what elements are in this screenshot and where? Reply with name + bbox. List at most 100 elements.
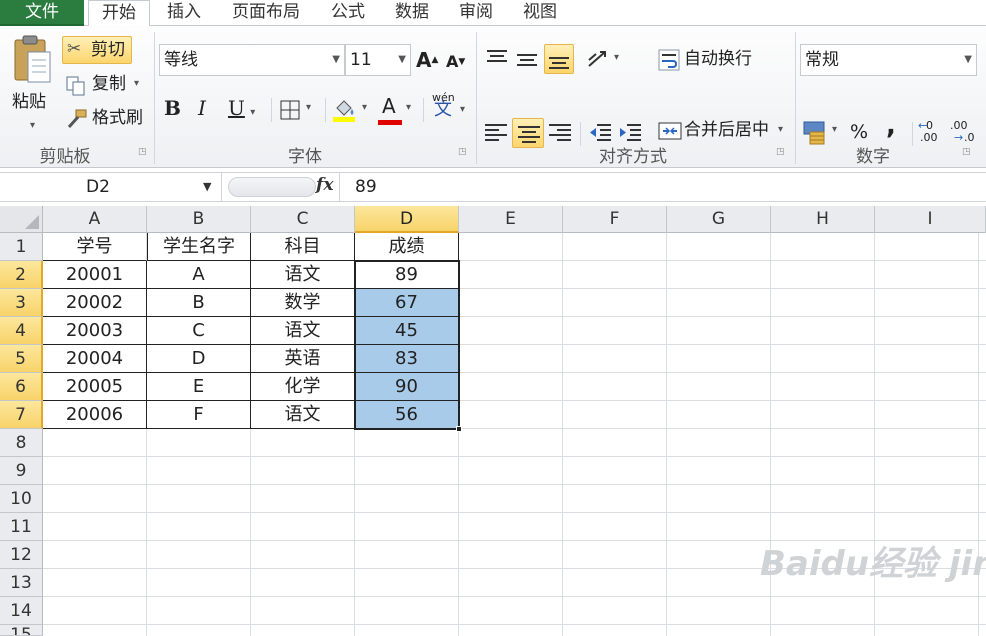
- decrease-indent-icon[interactable]: [588, 122, 612, 142]
- column-header-a[interactable]: A: [43, 206, 147, 233]
- font-launcher-icon[interactable]: ◳: [458, 147, 468, 157]
- row-header-5[interactable]: 5: [0, 345, 43, 373]
- column-header-c[interactable]: C: [251, 206, 355, 233]
- grow-font-button[interactable]: A▲: [416, 48, 440, 74]
- row-header-10[interactable]: 10: [0, 485, 43, 513]
- cell-a3[interactable]: 20002: [43, 289, 147, 317]
- fill-handle[interactable]: [456, 426, 462, 432]
- align-middle-icon[interactable]: [516, 50, 538, 70]
- tab-insert[interactable]: 插入: [156, 0, 212, 26]
- tab-page-layout[interactable]: 页面布局: [222, 0, 310, 26]
- orientation-button[interactable]: ▾: [586, 46, 626, 74]
- shrink-font-button[interactable]: A▼: [446, 50, 468, 76]
- cell-d5[interactable]: 83: [355, 345, 459, 373]
- copy-dropdown-icon[interactable]: ▾: [134, 72, 139, 96]
- tab-file[interactable]: 文件: [0, 0, 84, 26]
- cell-d6[interactable]: 90: [355, 373, 459, 401]
- tab-home[interactable]: 开始: [88, 0, 150, 27]
- underline-button[interactable]: U ▾: [228, 96, 268, 124]
- row-header-13[interactable]: 13: [0, 569, 43, 597]
- align-left-icon[interactable]: [484, 122, 508, 142]
- column-header-f[interactable]: F: [563, 206, 667, 233]
- column-header-h[interactable]: H: [771, 206, 875, 233]
- name-box[interactable]: D2 ▼: [0, 173, 222, 201]
- cell-c1[interactable]: 科目: [251, 233, 355, 261]
- cell-d7[interactable]: 56: [355, 401, 459, 429]
- increase-indent-icon[interactable]: [618, 122, 642, 142]
- font-size-combo[interactable]: 11 ▼: [345, 44, 411, 76]
- cell-d3[interactable]: 67: [355, 289, 459, 317]
- wrap-text-button[interactable]: 自动换行: [656, 46, 766, 74]
- cell-b1[interactable]: 学生名字: [147, 233, 251, 261]
- borders-button[interactable]: ▾: [280, 96, 320, 124]
- cell-d4[interactable]: 45: [355, 317, 459, 345]
- row-header-2[interactable]: 2: [0, 261, 43, 289]
- cell-c5[interactable]: 英语: [251, 345, 355, 373]
- cell-d1[interactable]: 成绩: [355, 233, 459, 261]
- cell-b7[interactable]: F: [147, 401, 251, 429]
- cell-a6[interactable]: 20005: [43, 373, 147, 401]
- comma-style-button[interactable]: ,: [886, 113, 900, 142]
- cell-a2[interactable]: 20001: [43, 261, 147, 289]
- font-color-button[interactable]: A ▾: [378, 94, 418, 125]
- cell-b4[interactable]: C: [147, 317, 251, 345]
- tab-data[interactable]: 数据: [384, 0, 440, 26]
- row-header-6[interactable]: 6: [0, 373, 43, 401]
- row-header-7[interactable]: 7: [0, 401, 43, 429]
- row-header-11[interactable]: 11: [0, 513, 43, 541]
- column-header-g[interactable]: G: [667, 206, 771, 233]
- tab-view[interactable]: 视图: [512, 0, 568, 26]
- row-header-1[interactable]: 1: [0, 233, 43, 261]
- cell-c2[interactable]: 语文: [251, 261, 355, 289]
- format-painter-button[interactable]: 格式刷: [64, 106, 150, 132]
- align-top-icon[interactable]: [486, 48, 508, 68]
- font-name-combo[interactable]: 等线 ▼: [159, 44, 345, 76]
- column-header-e[interactable]: E: [459, 206, 563, 233]
- alignment-launcher-icon[interactable]: ◳: [776, 147, 786, 157]
- copy-button[interactable]: 复制 ▾: [64, 72, 148, 98]
- number-launcher-icon[interactable]: ◳: [962, 147, 972, 157]
- paste-dropdown-icon[interactable]: ▾: [30, 120, 35, 131]
- formula-input[interactable]: 89: [355, 173, 377, 201]
- cell-b5[interactable]: D: [147, 345, 251, 373]
- cell-b3[interactable]: B: [147, 289, 251, 317]
- cell-a1[interactable]: 学号: [43, 233, 147, 261]
- align-right-icon[interactable]: [548, 122, 572, 142]
- select-all-button[interactable]: [0, 206, 43, 233]
- phonetic-guide-button[interactable]: wén 文 ▾: [430, 91, 470, 126]
- cell-a4[interactable]: 20003: [43, 317, 147, 345]
- paste-button[interactable]: 粘贴 ▾: [6, 32, 58, 136]
- cell-b2[interactable]: A: [147, 261, 251, 289]
- cell-c7[interactable]: 语文: [251, 401, 355, 429]
- cell-a5[interactable]: 20004: [43, 345, 147, 373]
- decrease-decimal-button[interactable]: .00 → .0: [950, 118, 978, 148]
- cut-button[interactable]: ✂ 剪切: [62, 36, 132, 64]
- row-header-3[interactable]: 3: [0, 289, 43, 317]
- column-header-d[interactable]: D: [355, 206, 459, 233]
- row-header-8[interactable]: 8: [0, 429, 43, 457]
- row-header-14[interactable]: 14: [0, 597, 43, 625]
- bold-button[interactable]: B: [164, 96, 186, 124]
- tab-review[interactable]: 审阅: [448, 0, 504, 26]
- row-header-9[interactable]: 9: [0, 457, 43, 485]
- cell-b6[interactable]: E: [147, 373, 251, 401]
- clipboard-launcher-icon[interactable]: ◳: [138, 147, 148, 157]
- fill-color-button[interactable]: ▾: [332, 96, 372, 124]
- cell-c3[interactable]: 数学: [251, 289, 355, 317]
- insert-function-icon[interactable]: fx: [316, 175, 333, 195]
- italic-button[interactable]: I: [198, 96, 216, 124]
- align-bottom-button[interactable]: [544, 44, 574, 74]
- chevron-down-icon: ▾: [250, 107, 256, 118]
- row-header-12[interactable]: 12: [0, 541, 43, 569]
- number-format-combo[interactable]: 常规 ▼: [800, 44, 977, 76]
- cell-c6[interactable]: 化学: [251, 373, 355, 401]
- column-header-i[interactable]: I: [875, 206, 986, 233]
- cell-a7[interactable]: 20006: [43, 401, 147, 429]
- cell-c4[interactable]: 语文: [251, 317, 355, 345]
- tab-formulas[interactable]: 公式: [320, 0, 376, 26]
- cell-d2[interactable]: 89: [355, 261, 459, 289]
- row-header-4[interactable]: 4: [0, 317, 43, 345]
- chevron-down-icon[interactable]: ▼: [203, 173, 211, 201]
- row-header-15[interactable]: 15: [0, 625, 43, 636]
- column-header-b[interactable]: B: [147, 206, 251, 233]
